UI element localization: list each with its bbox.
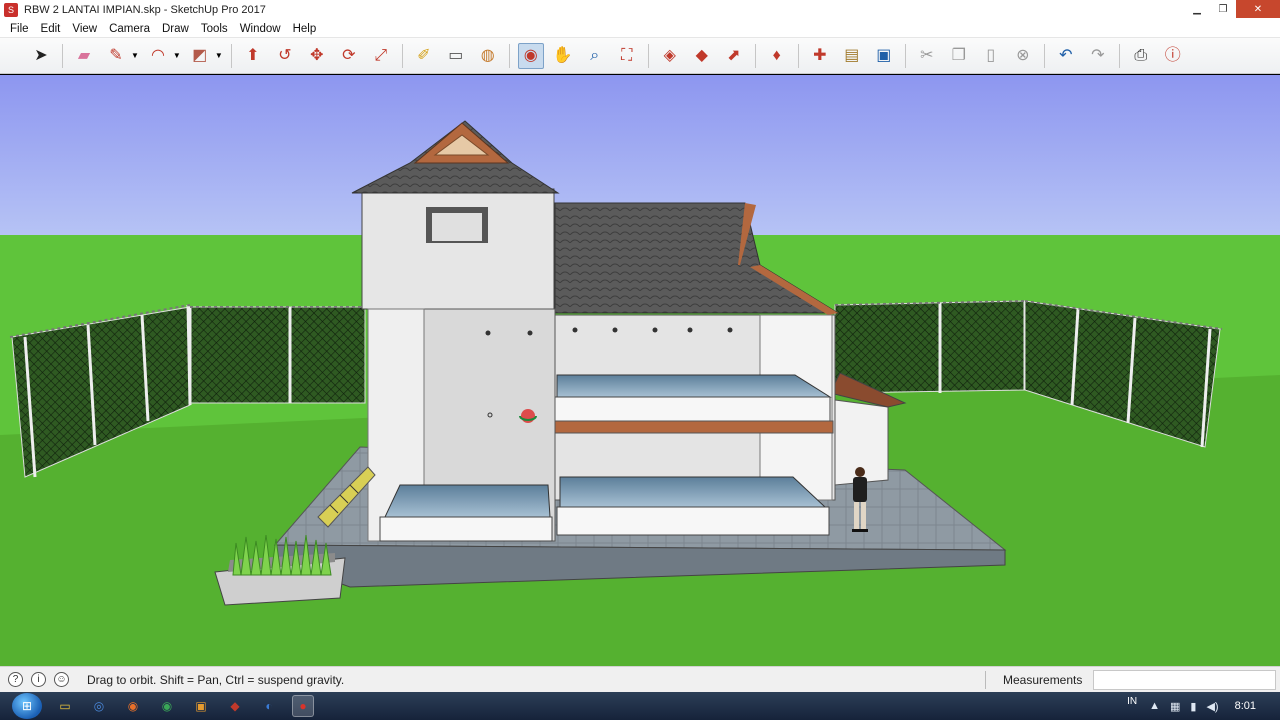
menu-draw[interactable]: Draw [156,23,195,35]
paste-icon[interactable]: ▯ [978,43,1004,69]
toolbar-separator [904,43,906,68]
main-toolbar: ➤ ▰ ✎ ▼ ◠ ▼ ◩ ▼ ⬆ ↺ ✥ ⟳ ⤢ ✐ ▭ ◍ ◉ ✋ ⌕ ⛶ ◈ ◆ ⬈ ♦ ✚ ▤ ▣ ✂ ❐ ▯ ⊗ ↶ ↷ ⎙ ⓘ [0,38,1280,74]
language-indicator[interactable]: IN [1127,696,1137,707]
menu-bar: File Edit View Camera Draw Tools Window … [0,20,1280,38]
toolbar-separator [230,43,232,68]
screen-recorder-icon[interactable]: ● [292,695,314,717]
paint-bucket-icon[interactable]: ◍ [475,43,501,69]
dropdown-arrow-icon[interactable]: ▼ [173,51,181,60]
model-viewport[interactable] [0,75,1280,666]
clock[interactable]: 8:01 [1235,700,1256,712]
push-pull-icon[interactable]: ⬆ [240,43,266,69]
status-bar: ? i ☺ Drag to orbit. Shift = Pan, Ctrl =… [0,666,1280,692]
menu-window[interactable]: Window [234,23,287,35]
status-divider [985,671,986,689]
toolbar-separator [1043,43,1045,68]
menu-tools[interactable]: Tools [195,23,234,35]
rotate-icon[interactable]: ⟳ [336,43,362,69]
scale-icon[interactable]: ⤢ [368,43,394,69]
menu-camera[interactable]: Camera [103,23,156,35]
media-player-icon[interactable]: ◐ [258,695,280,717]
info-icon[interactable]: i [31,672,46,687]
move-icon[interactable]: ✥ [304,43,330,69]
toolbar-separator [797,43,799,68]
save-icon[interactable]: ▣ [871,43,897,69]
toolbar-separator [754,43,756,68]
share-model-icon[interactable]: ⬈ [721,43,747,69]
tray-app-icon[interactable]: ▦ [1170,700,1180,713]
zoom-extents-icon[interactable]: ⛶ [614,43,640,69]
system-tray: IN ▲ ▦ ▮ ◀) 8:01 [1127,692,1280,720]
ruby-icon[interactable]: ♦ [764,43,790,69]
chrome-alt-icon[interactable]: ◎ [88,695,110,717]
new-file-icon[interactable]: ✚ [807,43,833,69]
arc-icon[interactable]: ◠ [145,43,171,69]
toolbar-separator [508,43,510,68]
geo-location-icon[interactable]: ? [8,672,23,687]
tray-arrow-icon[interactable]: ▲ [1149,700,1160,712]
cut-icon[interactable]: ✂ [914,43,940,69]
toolbar-separator [647,43,649,68]
follow-me-icon[interactable]: ↺ [272,43,298,69]
measurements-input[interactable] [1093,670,1276,690]
right-wing [554,314,836,536]
open-folder-icon[interactable]: ▤ [839,43,865,69]
windows-taskbar: ⊞ ▭ ◎ ◉ ◉ ▣ ◆ ◐ ● IN ▲ ▦ ▮ ◀) 8:01 [0,692,1280,720]
redo-icon[interactable]: ↷ [1085,43,1111,69]
menu-file[interactable]: File [4,23,35,35]
explorer-icon[interactable]: ▭ [54,695,76,717]
rectangle-icon[interactable]: ◩ [187,43,213,69]
orbit-icon[interactable]: ◉ [517,42,544,69]
maximize-icon[interactable]: ❐ [1210,0,1236,18]
eraser-icon[interactable]: ▰ [71,43,97,69]
network-icon[interactable]: ▮ [1190,700,1196,713]
model-info-icon[interactable]: ⓘ [1160,43,1186,69]
user-account-icon[interactable]: ☺ [54,672,69,687]
minimize-icon[interactable]: ▁ [1184,0,1210,18]
sketchup-app-icon: S [4,3,18,17]
pan-icon[interactable]: ✋ [550,43,576,69]
firefox-icon[interactable]: ◉ [122,695,144,717]
sketchup-icon[interactable]: ◆ [224,695,246,717]
window-title: RBW 2 LANTAI IMPIAN.skp - SketchUp Pro 2… [24,4,266,16]
toolbar-separator [62,43,63,68]
pencil-icon[interactable]: ✎ [103,43,129,69]
delete-icon[interactable]: ⊗ [1010,43,1036,69]
tower [351,120,560,542]
tape-measure-icon[interactable]: ✐ [411,43,437,69]
dropdown-arrow-icon[interactable]: ▼ [215,51,223,60]
start-button-icon[interactable]: ⊞ [12,693,42,719]
status-message: Drag to orbit. Shift = Pan, Ctrl = suspe… [87,672,345,687]
undo-icon[interactable]: ↶ [1053,43,1079,69]
select-icon[interactable]: ➤ [28,43,54,69]
toolbar-separator [401,43,403,68]
fence-back-right [834,300,1027,394]
measurements-label: Measurements [1003,673,1083,687]
zoom-icon[interactable]: ⌕ [582,43,608,69]
model-scene[interactable] [0,75,1280,666]
fence-back-left [188,306,366,404]
close-icon[interactable]: ✕ [1236,0,1280,18]
toolbar-separator [1118,43,1120,68]
copy-icon[interactable]: ❐ [946,43,972,69]
menu-edit[interactable]: Edit [35,23,67,35]
title-bar: S RBW 2 LANTAI IMPIAN.skp - SketchUp Pro… [0,0,1280,20]
print-icon[interactable]: ⎙ [1128,43,1154,69]
warehouse-icon[interactable]: ◈ [657,43,683,69]
menu-view[interactable]: View [66,23,103,35]
window-controls: ▁ ❐ ✕ [1184,0,1280,18]
chrome-icon[interactable]: ◉ [156,695,178,717]
extension-icon[interactable]: ◆ [689,43,715,69]
text-icon[interactable]: ▭ [443,43,469,69]
volume-icon[interactable]: ◀) [1206,700,1218,713]
menu-help[interactable]: Help [287,23,323,35]
dropdown-arrow-icon[interactable]: ▼ [131,51,139,60]
photo-viewer-icon[interactable]: ▣ [190,695,212,717]
